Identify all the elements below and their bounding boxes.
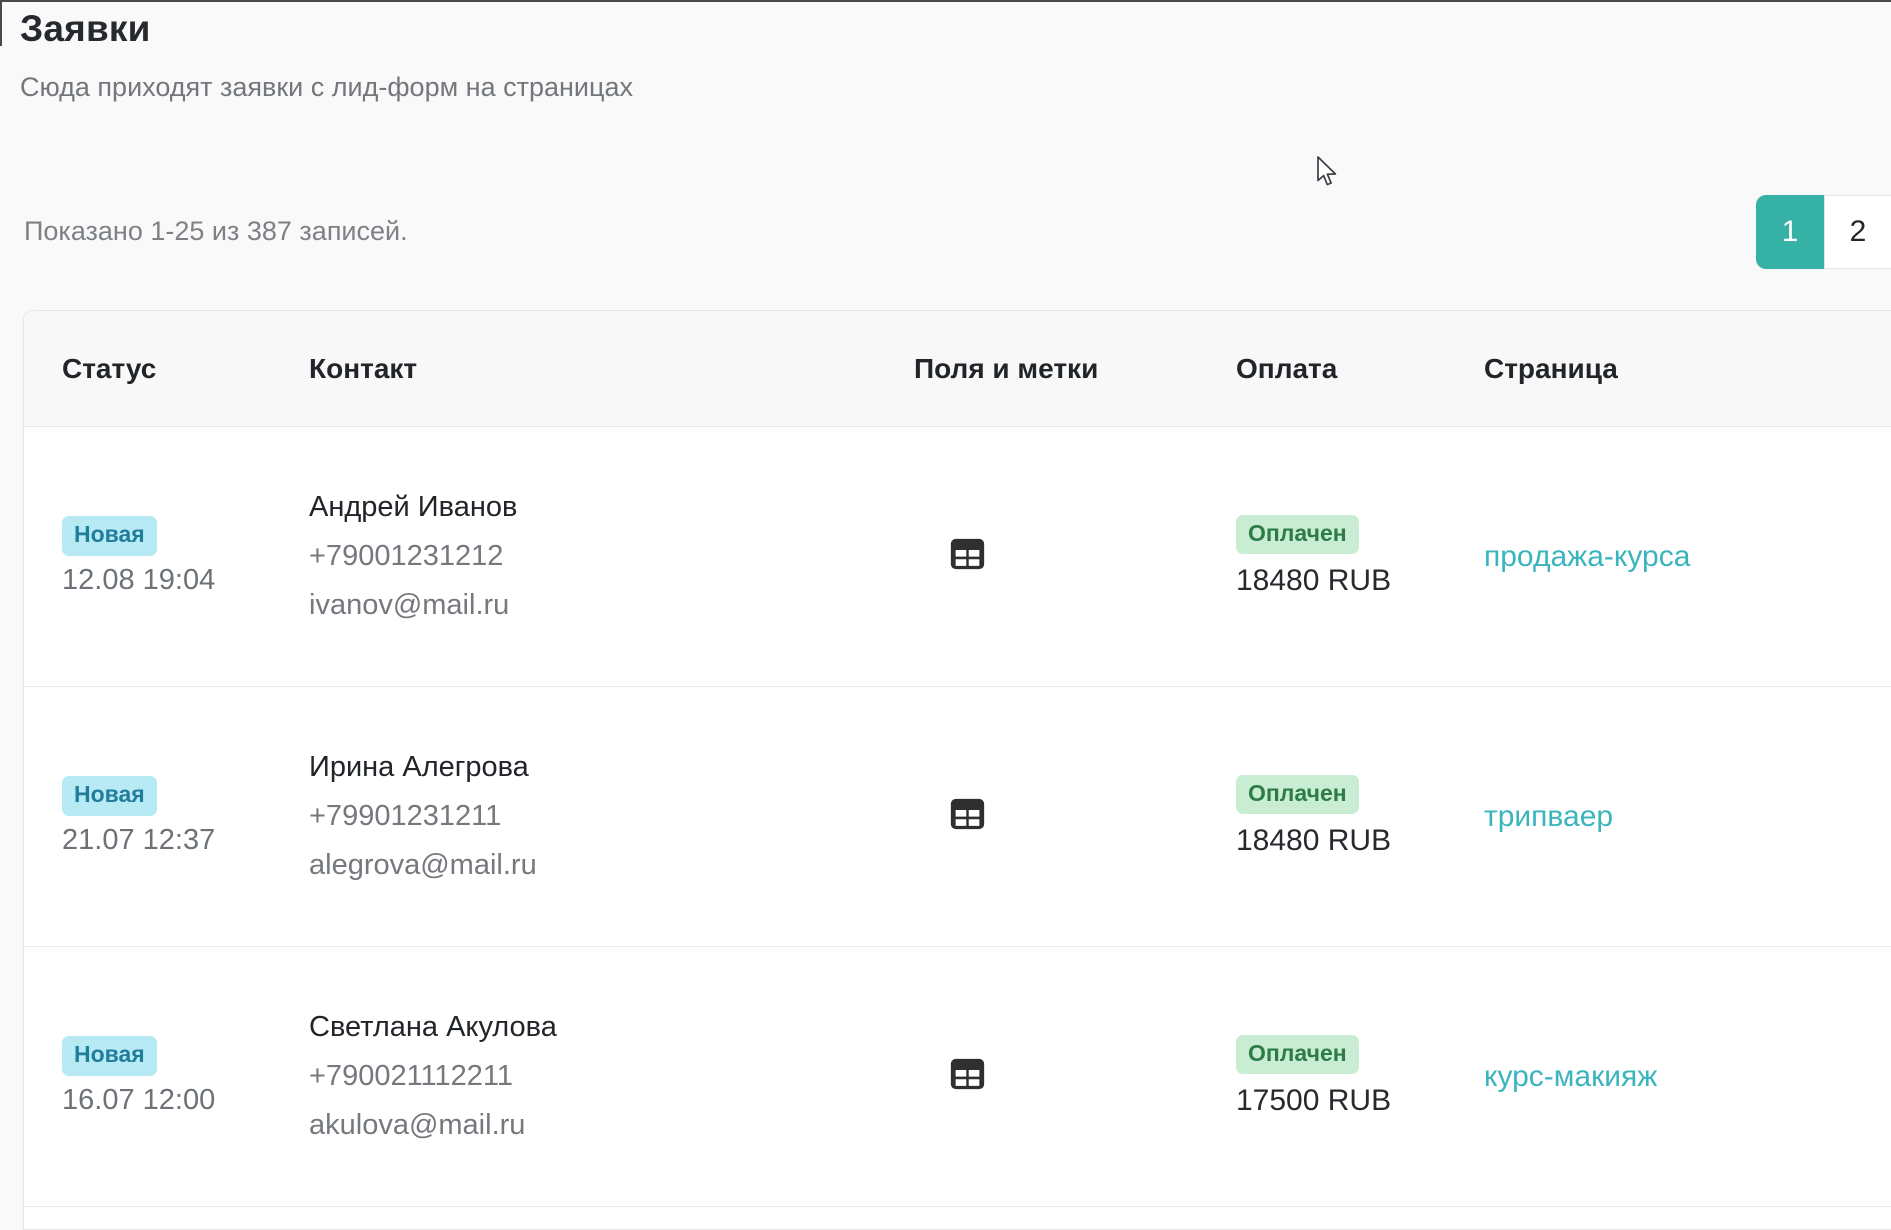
page-link[interactable]: трипваер	[1484, 800, 1613, 833]
payment-amount: 17500 RUB	[1236, 1084, 1391, 1118]
table-header-row: Статус Контакт Поля и метки Оплата Стран…	[24, 311, 1891, 427]
lead-datetime: 12.08 19:04	[62, 564, 215, 597]
pagination-page-1[interactable]: 1	[1756, 195, 1824, 269]
payment-badge: Оплачен	[1236, 1035, 1359, 1074]
mouse-cursor-icon	[1316, 156, 1342, 195]
page-title: Заявки	[20, 8, 151, 50]
table-icon[interactable]	[949, 537, 986, 576]
pagination-page-2[interactable]: 2	[1824, 195, 1891, 269]
window-left-border	[0, 0, 2, 46]
pagination: 1 2	[1756, 195, 1891, 269]
lead-datetime: 21.07 12:37	[62, 824, 215, 857]
header-page: Страница	[1474, 353, 1891, 385]
leads-table: Статус Контакт Поля и метки Оплата Стран…	[23, 310, 1891, 1230]
contact-email: akulova@mail.ru	[309, 1101, 525, 1150]
page-link[interactable]: продажа-курса	[1484, 540, 1690, 573]
contact-name: Светлана Акулова	[309, 1003, 557, 1052]
window-top-border	[0, 0, 1891, 2]
results-summary: Показано 1-25 из 387 записей.	[24, 216, 408, 247]
header-fields: Поля и метки	[914, 353, 1226, 385]
header-payment: Оплата	[1226, 353, 1474, 385]
table-row[interactable]: Новая 12.08 19:04 Андрей Иванов +7900123…	[24, 427, 1891, 687]
table-row[interactable]: Новая 21.07 12:37 Ирина Алегрова +799012…	[24, 687, 1891, 947]
contact-email: ivanov@mail.ru	[309, 581, 509, 630]
header-status: Статус	[24, 353, 309, 385]
lead-datetime: 16.07 12:00	[62, 1084, 215, 1117]
contact-name: Ирина Алегрова	[309, 743, 529, 792]
status-badge: Новая	[62, 776, 157, 815]
table-icon[interactable]	[949, 797, 986, 836]
contact-email: alegrova@mail.ru	[309, 841, 537, 890]
table-icon[interactable]	[949, 1057, 986, 1096]
payment-amount: 18480 RUB	[1236, 824, 1391, 858]
page-subtitle: Сюда приходят заявки с лид-форм на стран…	[20, 72, 633, 103]
payment-badge: Оплачен	[1236, 515, 1359, 554]
contact-name: Андрей Иванов	[309, 483, 517, 532]
contact-phone: +790021112211	[309, 1052, 513, 1101]
contact-phone: +79901231211	[309, 792, 501, 841]
contact-phone: +79001231212	[309, 532, 503, 581]
page-link[interactable]: курс-макияж	[1484, 1060, 1657, 1093]
header-contact: Контакт	[309, 353, 914, 385]
status-badge: Новая	[62, 1036, 157, 1075]
payment-amount: 18480 RUB	[1236, 564, 1391, 598]
payment-badge: Оплачен	[1236, 775, 1359, 814]
status-badge: Новая	[62, 516, 157, 555]
table-row[interactable]: Новая 16.07 12:00 Светлана Акулова +7900…	[24, 947, 1891, 1207]
